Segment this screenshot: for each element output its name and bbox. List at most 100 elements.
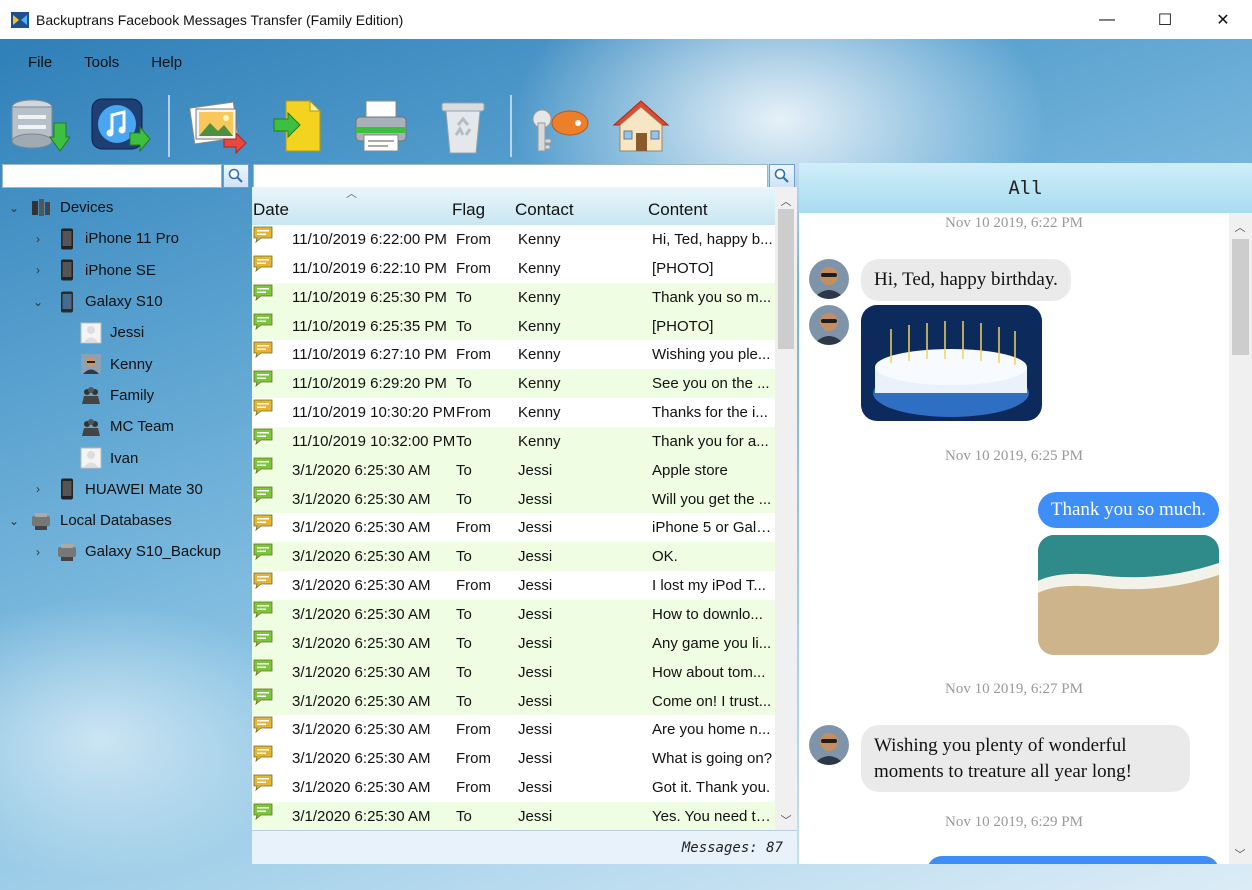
cell-content: [PHOTO] bbox=[652, 259, 714, 277]
cell-content: Thanks for the i... bbox=[652, 404, 768, 422]
list-scrollbar[interactable]: ︿ ﹀ bbox=[775, 187, 797, 830]
register-button[interactable] bbox=[524, 92, 594, 160]
avatar bbox=[809, 725, 849, 765]
table-row[interactable]: 3/1/2020 6:25:30 AM To Jessi Any game you l… bbox=[252, 628, 775, 658]
incoming-photo-birthday-cake[interactable] bbox=[861, 305, 1042, 421]
table-row[interactable]: 3/1/2020 6:25:30 AM From Jessi iPhone 5 or … bbox=[252, 513, 775, 542]
outgoing-photo-beach[interactable] bbox=[1038, 535, 1219, 655]
timestamp: Nov 10 2019, 6:22 PM bbox=[945, 215, 1083, 231]
tree-contact-jessi[interactable]: Jessi bbox=[0, 317, 250, 348]
collapse-arrow-icon[interactable]: ⌄ bbox=[32, 295, 44, 309]
expand-arrow-icon[interactable]: › bbox=[32, 263, 44, 277]
table-row[interactable]: 3/1/2020 6:25:30 AM To Jessi Come on! I tru… bbox=[252, 686, 775, 716]
table-row[interactable]: 3/1/2020 6:25:30 AM To Jessi How to downlo.… bbox=[252, 599, 775, 629]
phone-icon bbox=[56, 228, 78, 250]
table-row[interactable]: 3/1/2020 6:25:30 AM From Jessi Got it. Than… bbox=[252, 773, 775, 802]
expand-arrow-icon[interactable]: › bbox=[32, 232, 44, 246]
table-row[interactable]: 11/10/2019 10:30:20 PM From Kenny Thanks fo… bbox=[252, 398, 775, 427]
cell-date: 11/10/2019 6:22:00 PM bbox=[292, 231, 447, 248]
conversation-scrollbar[interactable]: ︿ ﹀ bbox=[1229, 213, 1252, 864]
table-row[interactable]: 3/1/2020 6:25:30 AM From Jessi What is goin… bbox=[252, 744, 775, 773]
cell-date: 3/1/2020 6:25:30 AM bbox=[292, 721, 431, 739]
export-file-button[interactable] bbox=[264, 92, 334, 160]
itunes-transfer-button[interactable] bbox=[86, 92, 156, 160]
scroll-up-arrow-icon[interactable]: ︿ bbox=[1229, 219, 1251, 235]
sent-message-icon bbox=[253, 313, 273, 330]
tree-label-contact: Family bbox=[110, 386, 155, 404]
table-row[interactable]: 3/1/2020 6:25:30 AM To Jessi Yes. You need … bbox=[252, 801, 775, 831]
maximize-button[interactable]: ☐ bbox=[1136, 0, 1194, 39]
menu-tools[interactable]: Tools bbox=[68, 52, 135, 73]
minimize-button[interactable]: — bbox=[1078, 0, 1136, 39]
tree-device-huawei-mate-30[interactable]: › HUAWEI Mate 30 bbox=[0, 474, 250, 505]
menu-help[interactable]: Help bbox=[135, 52, 198, 73]
tree-node-local-databases[interactable]: ⌄ Local Databases bbox=[0, 505, 250, 536]
column-header-contact[interactable]: Contact bbox=[515, 200, 574, 220]
scroll-down-arrow-icon[interactable]: ﹀ bbox=[1229, 846, 1251, 862]
table-row[interactable]: 3/1/2020 6:25:30 AM To Jessi Apple store bbox=[252, 455, 775, 485]
tree-device-iphone-11-pro[interactable]: › iPhone 11 Pro bbox=[0, 223, 250, 254]
tree-node-devices[interactable]: ⌄ Devices bbox=[0, 192, 250, 223]
column-header-date[interactable]: Date bbox=[253, 200, 289, 220]
table-row[interactable]: 11/10/2019 6:27:10 PM From Kenny Wishing yo… bbox=[252, 340, 775, 369]
cell-flag: From bbox=[456, 721, 491, 739]
cell-content: Thank you for a... bbox=[652, 432, 769, 450]
cell-flag: To bbox=[456, 432, 472, 450]
outgoing-message-partial bbox=[927, 856, 1219, 864]
sent-message-icon bbox=[253, 284, 273, 301]
table-row[interactable]: 3/1/2020 6:25:30 AM To Jessi Will you get t… bbox=[252, 484, 775, 514]
scroll-up-arrow-icon[interactable]: ︿ bbox=[775, 193, 797, 209]
backup-button[interactable] bbox=[4, 92, 74, 160]
collapse-arrow-icon[interactable]: ⌄ bbox=[8, 201, 20, 215]
tree-contact-mc-team[interactable]: MC Team bbox=[0, 411, 250, 442]
delete-button[interactable] bbox=[428, 92, 498, 160]
cell-flag: To bbox=[456, 288, 472, 306]
cell-date: 3/1/2020 6:25:30 AM bbox=[292, 548, 431, 566]
tree-device-iphone-se[interactable]: › iPhone SE bbox=[0, 255, 250, 286]
conversation-header: All bbox=[799, 163, 1252, 213]
column-header-content[interactable]: Content bbox=[648, 200, 708, 220]
cell-content: What is going on? bbox=[652, 750, 773, 768]
tree-contact-family[interactable]: Family bbox=[0, 380, 250, 411]
cell-date: 11/10/2019 10:30:20 PM bbox=[292, 404, 456, 422]
close-button[interactable]: ✕ bbox=[1194, 0, 1252, 39]
conversation-scroll-thumb[interactable] bbox=[1232, 239, 1249, 355]
menu-file[interactable]: File bbox=[12, 52, 68, 73]
table-row[interactable]: 11/10/2019 10:32:00 PM To Kenny Thank you f… bbox=[252, 426, 775, 456]
table-row[interactable]: 11/10/2019 6:29:20 PM To Kenny See you on t… bbox=[252, 369, 775, 399]
table-row[interactable]: 3/1/2020 6:25:30 AM From Jessi Are you home… bbox=[252, 715, 775, 744]
outgoing-message: Thank you so much. bbox=[1037, 492, 1219, 528]
cell-content: [PHOTO] bbox=[652, 317, 714, 335]
home-button[interactable] bbox=[606, 92, 676, 160]
collapse-arrow-icon[interactable]: ⌄ bbox=[8, 514, 20, 528]
column-header-flag[interactable]: Flag bbox=[452, 200, 485, 220]
tree-device-galaxy-s10[interactable]: ⌄ Galaxy S10 bbox=[0, 286, 250, 317]
table-row[interactable]: 11/10/2019 6:22:10 PM From Kenny [PHOTO] bbox=[252, 254, 775, 283]
table-row[interactable]: 11/10/2019 6:25:35 PM To Kenny [PHOTO] bbox=[252, 311, 775, 341]
scroll-down-arrow-icon[interactable]: ﹀ bbox=[775, 812, 797, 828]
expand-arrow-icon[interactable]: › bbox=[32, 545, 44, 559]
cell-flag: From bbox=[456, 519, 491, 537]
table-row[interactable]: 11/10/2019 6:22:00 PM From Kenny Hi, Ted, h… bbox=[252, 225, 775, 254]
cell-contact: Jessi bbox=[518, 490, 553, 508]
device-search-input[interactable] bbox=[2, 164, 222, 188]
table-row[interactable]: 3/1/2020 6:25:30 AM To Jessi OK. bbox=[252, 542, 775, 572]
table-row[interactable]: 11/10/2019 6:25:30 PM To Kenny Thank you so… bbox=[252, 282, 775, 312]
list-scroll-thumb[interactable] bbox=[778, 209, 794, 349]
expand-arrow-icon[interactable]: › bbox=[32, 482, 44, 496]
message-search-input[interactable] bbox=[253, 164, 768, 188]
timestamp: Nov 10 2019, 6:29 PM bbox=[945, 814, 1083, 830]
table-row[interactable]: 3/1/2020 6:25:30 AM To Jessi How about tom.… bbox=[252, 657, 775, 687]
print-button[interactable] bbox=[346, 92, 416, 160]
tree-label-devices: Devices bbox=[60, 199, 114, 217]
tree-contact-kenny[interactable]: Kenny bbox=[0, 348, 250, 379]
window-title: Backuptrans Facebook Messages Transfer (… bbox=[36, 11, 404, 28]
tree-label-device: Galaxy S10 bbox=[85, 293, 163, 311]
message-search-button[interactable] bbox=[769, 164, 795, 188]
tree-label-contact: Jessi bbox=[110, 324, 145, 342]
tree-local-galaxy-s10-backup[interactable]: › Galaxy S10_Backup bbox=[0, 536, 250, 567]
export-photos-button[interactable] bbox=[182, 92, 252, 160]
tree-contact-ivan[interactable]: Ivan bbox=[0, 442, 250, 473]
device-search-button[interactable] bbox=[223, 164, 249, 188]
table-row[interactable]: 3/1/2020 6:25:30 AM From Jessi I lost my iP… bbox=[252, 571, 775, 600]
